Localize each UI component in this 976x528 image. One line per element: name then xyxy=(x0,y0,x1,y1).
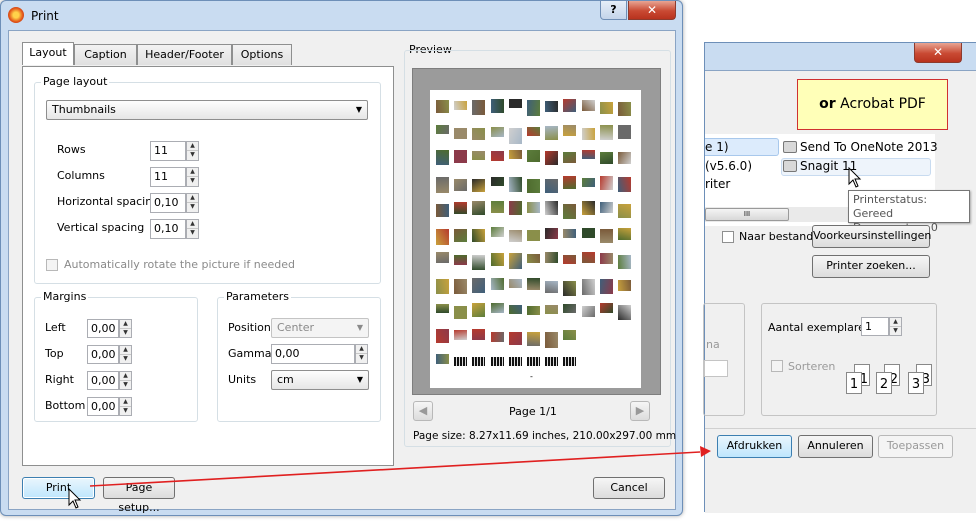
tab-layout[interactable]: Layout xyxy=(22,42,74,65)
annotation-arrow xyxy=(89,446,711,487)
